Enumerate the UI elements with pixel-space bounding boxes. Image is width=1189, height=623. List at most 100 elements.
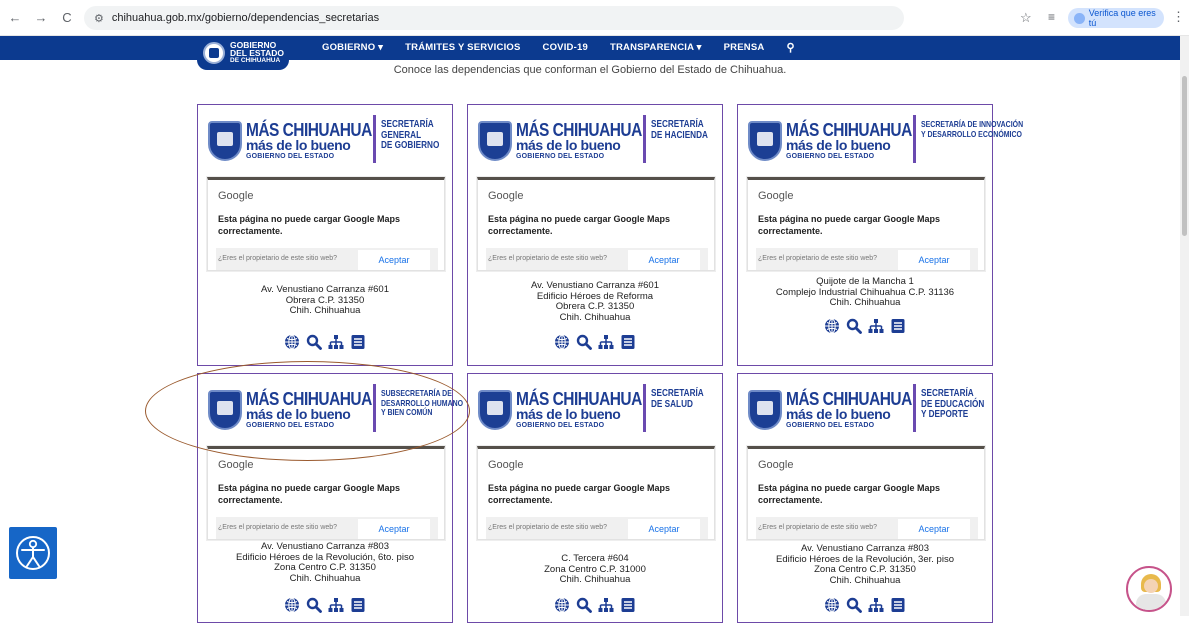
divider	[373, 115, 376, 163]
search-icon[interactable]	[305, 596, 323, 614]
map-error-message: Esta página no puede cargar Google Maps …	[218, 214, 401, 236]
brand-line-3: GOBIERNO DEL ESTADO	[246, 153, 335, 160]
search-icon[interactable]	[305, 333, 323, 351]
reload-icon[interactable]: C	[56, 7, 78, 29]
card-actions	[198, 596, 452, 614]
accept-button[interactable]: Aceptar	[628, 250, 700, 270]
menu-prensa[interactable]: PRENSA	[724, 42, 765, 53]
owner-question: ¿Eres el propietario de este sitio web?	[218, 524, 338, 531]
accept-button[interactable]: Aceptar	[898, 519, 970, 539]
map-embed[interactable]: Google Esta página no puede cargar Google…	[477, 446, 715, 540]
search-icon[interactable]	[845, 596, 863, 614]
globe-icon[interactable]	[553, 596, 571, 614]
address-block: Av. Venustiano Carranza #601 Obrera C.P. …	[198, 284, 452, 317]
divider	[643, 384, 646, 432]
logo-line-2: DEL ESTADO	[230, 48, 284, 58]
map-embed[interactable]: Google Esta página no puede cargar Google…	[747, 177, 985, 271]
secretariat-name-line: DE HACIENDA	[651, 129, 708, 141]
map-error-message: Esta página no puede cargar Google Maps …	[758, 483, 941, 505]
search-icon[interactable]	[575, 333, 593, 351]
card-header: MÁS CHIHUAHUA más de lo bueno GOBIERNO DEL…	[198, 105, 452, 175]
menu-transparencia[interactable]: TRANSPARENCIA ▾	[610, 42, 702, 53]
document-icon[interactable]	[349, 333, 367, 351]
secretariat-name: SECRETARÍA DE INNOVACIÓN Y DESARROLLO ECO…	[921, 119, 1023, 139]
assistant-avatar[interactable]	[1126, 566, 1172, 612]
document-icon[interactable]	[619, 333, 637, 351]
state-seal-icon	[208, 121, 242, 161]
map-embed[interactable]: Google Esta página no puede cargar Google…	[747, 446, 985, 540]
brand-logo: MÁS CHIHUAHUA más de lo bueno GOBIERNO DEL…	[786, 389, 912, 430]
menu-covid[interactable]: COVID-19	[543, 42, 588, 53]
scrollbar-thumb[interactable]	[1182, 76, 1187, 236]
dependency-card: MÁS CHIHUAHUA más de lo bueno GOBIERNO DEL…	[467, 104, 723, 366]
accept-button[interactable]: Aceptar	[358, 519, 430, 539]
state-seal-icon	[478, 390, 512, 430]
address-block: Av. Venustiano Carranza #601 Edificio Hér…	[468, 280, 722, 323]
reading-list-icon[interactable]: ≡	[1048, 10, 1055, 24]
map-embed[interactable]: Google Esta página no puede cargar Google…	[207, 177, 445, 271]
accessibility-button[interactable]	[9, 527, 57, 579]
org-chart-icon[interactable]	[867, 317, 885, 335]
org-chart-icon[interactable]	[597, 333, 615, 351]
address-line: Av. Venustiano Carranza #803	[261, 541, 389, 552]
dependency-card: MÁS CHIHUAHUA más de lo bueno GOBIERNO DEL…	[467, 373, 723, 623]
accept-button[interactable]: Aceptar	[898, 250, 970, 270]
menu-tramites[interactable]: TRÁMITES Y SERVICIOS	[405, 42, 520, 53]
brand-line-1: MÁS CHIHUAHUA	[246, 120, 372, 140]
address-line: Av. Venustiano Carranza #601	[531, 280, 659, 291]
accept-button[interactable]: Aceptar	[628, 519, 700, 539]
map-embed[interactable]: Google Esta página no puede cargar Google…	[477, 177, 715, 271]
state-seal-icon	[478, 121, 512, 161]
globe-icon[interactable]	[823, 317, 841, 335]
document-icon[interactable]	[349, 596, 367, 614]
browser-menu-icon[interactable]: ⋮	[1172, 9, 1185, 25]
browser-toolbar: ← → C ⚙ chihuahua.gob.mx/gobierno/depend…	[0, 0, 1189, 36]
document-icon[interactable]	[889, 596, 907, 614]
main-menu: GOBIERNO ▾ TRÁMITES Y SERVICIOS COVID-19…	[322, 36, 795, 58]
search-icon[interactable]	[845, 317, 863, 335]
highlight-annotation	[145, 361, 470, 461]
verify-label: Verifica que eres tú	[1088, 8, 1156, 28]
org-chart-icon[interactable]	[327, 596, 345, 614]
brand-line-3: GOBIERNO DEL ESTADO	[786, 422, 875, 429]
brand-logo: MÁS CHIHUAHUA más de lo bueno GOBIERNO DEL…	[246, 120, 372, 161]
brand-line-1: MÁS CHIHUAHUA	[786, 389, 912, 409]
globe-icon[interactable]	[823, 596, 841, 614]
verify-identity-button[interactable]: Verifica que eres tú	[1068, 8, 1164, 28]
brand-logo: MÁS CHIHUAHUA más de lo bueno GOBIERNO DEL…	[516, 121, 642, 161]
address-block: Av. Venustiano Carranza #803 Edificio Hér…	[738, 543, 992, 586]
bookmark-star-icon[interactable]: ☆	[1020, 10, 1032, 26]
secretariat-name: SECRETARÍA DE HACIENDA	[651, 119, 710, 141]
divider	[913, 384, 916, 432]
menu-gobierno[interactable]: GOBIERNO ▾	[322, 42, 383, 53]
brand-line-2: más de lo bueno	[786, 406, 891, 422]
secretariat-name-line: DE SALUD	[651, 398, 693, 410]
address-line: Chih. Chihuahua	[289, 305, 361, 316]
brand-line-3: GOBIERNO DEL ESTADO	[786, 153, 875, 160]
org-chart-icon[interactable]	[327, 333, 345, 351]
site-info-icon[interactable]: ⚙	[94, 12, 104, 25]
search-icon[interactable]: ⚲	[786, 41, 794, 54]
globe-icon[interactable]	[553, 333, 571, 351]
google-logo: Google	[218, 459, 254, 471]
globe-icon[interactable]	[283, 333, 301, 351]
forward-icon[interactable]: →	[30, 7, 52, 29]
map-error-message: Esta página no puede cargar Google Maps …	[488, 483, 671, 505]
accept-button[interactable]: Aceptar	[358, 250, 430, 270]
address-bar[interactable]: ⚙ chihuahua.gob.mx/gobierno/dependencias…	[84, 6, 904, 30]
address-block: Av. Venustiano Carranza #803 Edificio Hér…	[198, 541, 452, 584]
address-line: Av. Venustiano Carranza #803	[801, 543, 929, 554]
globe-icon[interactable]	[283, 596, 301, 614]
address-line: Av. Venustiano Carranza #601	[261, 284, 389, 295]
owner-question: ¿Eres el propietario de este sitio web?	[218, 255, 338, 262]
document-icon[interactable]	[619, 596, 637, 614]
back-icon[interactable]: ←	[4, 7, 26, 29]
org-chart-icon[interactable]	[597, 596, 615, 614]
search-icon[interactable]	[575, 596, 593, 614]
document-icon[interactable]	[889, 317, 907, 335]
address-line: Zona Centro C.P. 31350	[274, 562, 376, 573]
owner-question: ¿Eres el propietario de este sitio web?	[758, 524, 878, 531]
org-chart-icon[interactable]	[867, 596, 885, 614]
card-actions	[468, 333, 722, 351]
google-logo: Google	[758, 459, 794, 471]
